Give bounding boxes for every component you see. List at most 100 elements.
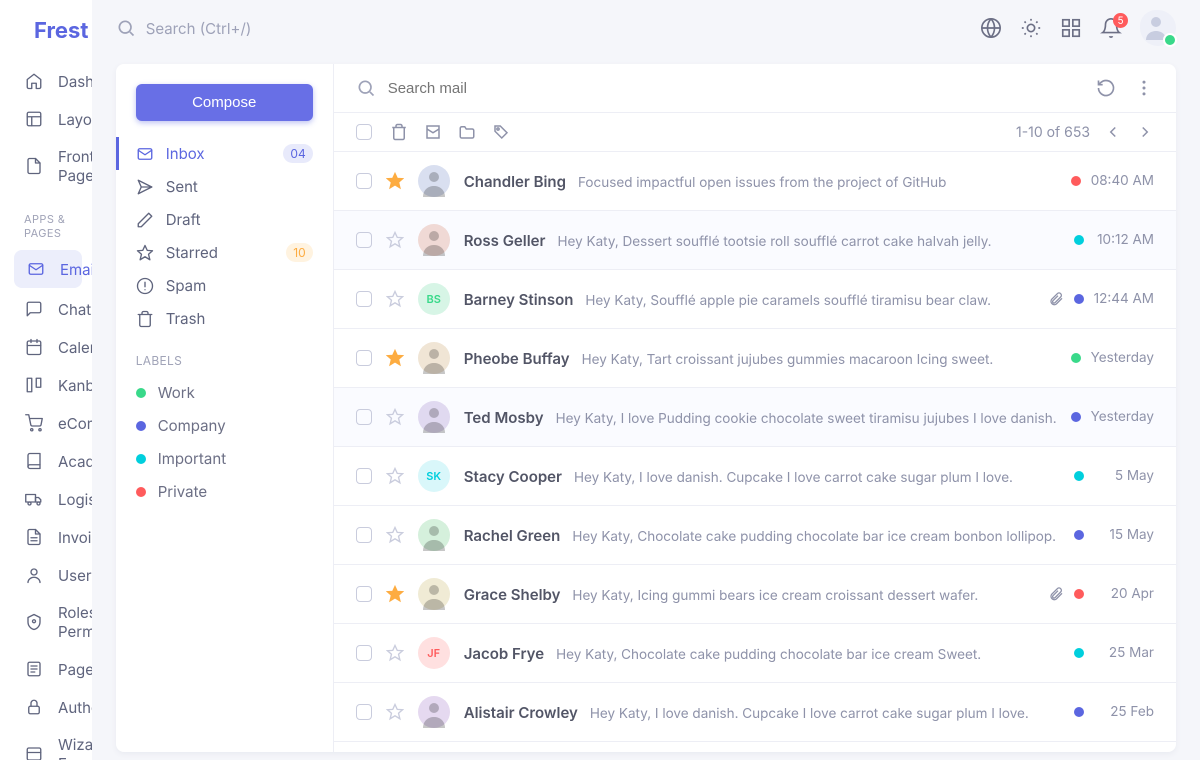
pencil-icon [136,211,154,229]
sidebar-item-ecommerce[interactable]: eCommerce [0,404,92,442]
mail-row[interactable]: Rachel Green Hey Katy, Chocolate cake pu… [334,506,1176,565]
tag-icon[interactable] [492,123,510,141]
mail-label-company[interactable]: Company [136,409,313,442]
mail-search-input[interactable] [388,80,1084,97]
sender-name: Ross Geller [464,231,546,250]
sidebar-item-label: Kanban [58,376,92,395]
mail-folder-spam[interactable]: Spam [136,269,313,302]
row-checkbox[interactable] [356,586,372,602]
sidebar-item-wizard-examples[interactable]: Wizard Examples [0,726,92,760]
mail-row[interactable]: Chandler Bing Focused impactful open iss… [334,152,1176,211]
row-checkbox[interactable] [356,409,372,425]
select-all-checkbox[interactable] [356,124,372,140]
label-dot-icon [136,454,146,464]
label-name: Company [158,416,226,435]
theme-icon[interactable] [1020,17,1042,39]
star-icon[interactable] [386,644,404,662]
language-icon[interactable] [980,17,1002,39]
compose-button[interactable]: Compose [136,84,313,121]
sidebar-item-invoice[interactable]: Invoice 4 [0,518,92,556]
mail-label-important[interactable]: Important [136,442,313,475]
mail-folder-draft[interactable]: Draft [136,203,313,236]
mail-label-work[interactable]: Work [136,376,313,409]
avatar [418,401,450,433]
sidebar-item-calendar[interactable]: Calendar [0,328,92,366]
sidebar-item-layouts[interactable]: Layouts [0,100,92,138]
sidebar-item-kanban[interactable]: Kanban [0,366,92,404]
apps-grid-icon[interactable] [1060,17,1082,39]
star-icon[interactable] [386,467,404,485]
mail-row[interactable]: Alistair Crowley Hey Katy, I love danish… [334,683,1176,742]
row-checkbox[interactable] [356,527,372,543]
sidebar-item-authentications[interactable]: Authentications [0,688,92,726]
row-checkbox[interactable] [356,291,372,307]
star-icon[interactable] [386,408,404,426]
mail-time: 25 Mar [1094,645,1154,661]
mail-row[interactable]: Ross Geller Hey Katy, Dessert soufflé to… [334,211,1176,270]
star-icon[interactable] [386,703,404,721]
mail-time: 08:40 AM [1091,173,1154,189]
mail-folder-inbox[interactable]: Inbox04 [116,137,313,170]
mail-row[interactable]: Pheobe Buffay Hey Katy, Tart croissant j… [334,329,1176,388]
star-icon[interactable] [386,526,404,544]
sender-name: Barney Stinson [464,290,574,309]
lock-icon [24,697,44,717]
star-icon[interactable] [386,349,404,367]
mail-row[interactable]: Ted Mosby Hey Katy, I love Pudding cooki… [334,388,1176,447]
mail-time: 12:44 AM [1094,291,1154,307]
mail-label-private[interactable]: Private [136,475,313,508]
sidebar-item-front-pages[interactable]: Front Pages [0,138,92,194]
row-checkbox[interactable] [356,468,372,484]
label-dot-icon [1071,176,1081,186]
star-icon[interactable] [386,172,404,190]
mail-folder-starred[interactable]: Starred10 [136,236,313,269]
mail-subject: Hey Katy, I love Pudding cookie chocolat… [556,411,1057,427]
star-icon[interactable] [386,290,404,308]
wizard-icon [24,744,44,760]
label-dot-icon [1074,589,1084,599]
topbar: Search (Ctrl+/) 5 [92,0,1200,56]
prev-page-icon[interactable] [1104,123,1122,141]
brand-name: Frest [34,18,88,44]
mail-row[interactable]: Grace Shelby Hey Katy, Icing gummi bears… [334,565,1176,624]
global-search[interactable]: Search (Ctrl+/) [116,18,966,38]
more-menu-icon[interactable] [1134,78,1154,98]
mail-subject: Hey Katy, Soufflé apple pie caramels sou… [585,293,991,309]
label-name: Work [158,383,195,402]
sidebar-item-chat[interactable]: Chat [0,290,92,328]
mail-row[interactable]: BS Barney Stinson Hey Katy, Soufflé appl… [334,270,1176,329]
mail-row[interactable]: JF Jacob Frye Hey Katy, Chocolate cake p… [334,624,1176,683]
star-icon[interactable] [386,231,404,249]
home-icon [24,71,44,91]
label-dot-icon [1071,412,1081,422]
truck-icon [24,489,44,509]
row-checkbox[interactable] [356,232,372,248]
row-checkbox[interactable] [356,704,372,720]
notifications-icon[interactable]: 5 [1100,17,1122,39]
sidebar-item-roles-permissions[interactable]: Roles & Permissions [0,594,92,650]
sidebar-item-email[interactable]: Email [14,250,82,288]
sidebar-item-academy[interactable]: Academy [0,442,92,480]
sidebar-item-logistics[interactable]: Logistics [0,480,92,518]
mail-folder-sent[interactable]: Sent [136,170,313,203]
sidebar-item-dashboards[interactable]: Dashboards 5 [0,62,92,100]
sidebar-item-users[interactable]: Users [0,556,92,594]
mail-row[interactable]: SK Stacy Cooper Hey Katy, I love danish.… [334,447,1176,506]
folder-label: Starred [166,243,218,262]
row-checkbox[interactable] [356,645,372,661]
mail-search-bar [334,64,1176,113]
next-page-icon[interactable] [1136,123,1154,141]
star-icon[interactable] [386,585,404,603]
folder-icon[interactable] [458,123,476,141]
mark-read-icon[interactable] [424,123,442,141]
pagination-text: 1-10 of 653 [1016,124,1090,141]
delete-icon[interactable] [390,123,408,141]
user-avatar[interactable] [1140,10,1176,46]
row-checkbox[interactable] [356,173,372,189]
sidebar-item-pages[interactable]: Pages [0,650,92,688]
mail-folder-trash[interactable]: Trash [136,302,313,335]
brand[interactable]: Frest [0,0,92,62]
refresh-icon[interactable] [1096,78,1116,98]
row-checkbox[interactable] [356,350,372,366]
main-sidebar: Frest Dashboards 5 Layouts Front Pages A… [0,0,92,760]
